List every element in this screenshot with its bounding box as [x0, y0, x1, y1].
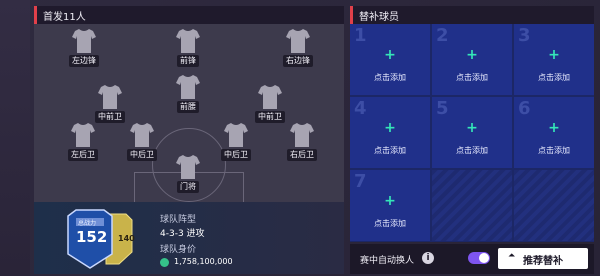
auto-sub-toggle[interactable]: [468, 252, 490, 264]
player-position-label: 前锋: [177, 55, 199, 67]
player-position-label: 中后卫: [221, 149, 251, 161]
add-icon: +: [466, 47, 478, 63]
jersey-icon: [290, 123, 314, 147]
jersey-icon: [71, 123, 95, 147]
player-position-label: 左后卫: [68, 149, 98, 161]
player-position-label: 右后卫: [287, 149, 317, 161]
jersey-icon: [130, 123, 154, 147]
slot-add-label: 点击添加: [374, 219, 406, 228]
substitutes-panel: 替补球员 1 + 点击添加 2 + 点击添加 3 + 点击添加 4 + 点击添加: [350, 6, 594, 274]
slot-add-label: 点击添加: [374, 146, 406, 155]
jersey-icon: [258, 85, 282, 109]
sub-slot-1[interactable]: 1 + 点击添加: [350, 24, 430, 95]
recommend-subs-button[interactable]: ⏶ 推荐替补: [498, 248, 588, 269]
player-slot-lcm[interactable]: 中前卫: [80, 84, 140, 126]
jersey-icon: [98, 85, 122, 109]
player-position-label: 左边锋: [69, 55, 99, 67]
auto-sub-label: 赛中自动换人: [360, 256, 415, 266]
slot-add-label: 点击添加: [374, 73, 406, 82]
slot-number: 7: [354, 171, 367, 192]
starting-lineup-panel: 首发11人 左边锋 前锋 右边锋 中前卫 前腰 中前卫 左后卫 中后卫 中后卫 …: [34, 6, 344, 274]
info-icon[interactable]: i: [422, 252, 434, 264]
slot-number: 2: [436, 25, 449, 46]
jersey-icon: [72, 29, 96, 53]
slot-add-label: 点击添加: [456, 73, 488, 82]
player-slot-lw[interactable]: 左边锋: [54, 28, 114, 70]
player-position-label: 右边锋: [283, 55, 313, 67]
coin-icon: [160, 258, 169, 267]
sub-slot-7[interactable]: 7 + 点击添加: [350, 170, 430, 241]
background-decoration: [0, 0, 30, 276]
jersey-icon: [286, 29, 310, 53]
add-icon: +: [384, 120, 396, 136]
lineup-header: 首发11人: [34, 6, 344, 24]
team-ovr-label: 总战力: [78, 220, 97, 227]
formation-label: 球队阵型: [160, 215, 197, 225]
slot-add-label: 点击添加: [456, 146, 488, 155]
player-slot-rb[interactable]: 右后卫: [272, 122, 332, 164]
subs-header: 替补球员: [350, 6, 594, 24]
add-icon: +: [548, 47, 560, 63]
sub-slot-4[interactable]: 4 + 点击添加: [350, 97, 430, 168]
slot-number: 5: [436, 98, 449, 119]
double-chevron-up-icon: ⏶: [508, 251, 516, 261]
recommend-subs-label: 推荐替补: [523, 256, 563, 267]
formation-value: 4-3-3 进攻: [160, 229, 205, 239]
add-icon: +: [466, 120, 478, 136]
team-value-amount: 1,758,100,000: [174, 257, 233, 266]
subs-title: 替补球员: [359, 12, 399, 23]
team-value-label: 球队身价: [160, 245, 197, 255]
player-slot-st[interactable]: 前锋: [158, 28, 218, 70]
jersey-icon: [176, 155, 200, 179]
add-icon: +: [548, 120, 560, 136]
sub-slot-locked: [432, 170, 512, 241]
jersey-icon: [176, 75, 200, 99]
player-position-label: 中后卫: [127, 149, 157, 161]
jersey-icon: [176, 29, 200, 53]
add-icon: +: [384, 47, 396, 63]
sub-slot-5[interactable]: 5 + 点击添加: [432, 97, 512, 168]
team-info-panel: 总战力 152 140 球队阵型 4-3-3 进攻 球队身价 1,758,100…: [34, 202, 344, 274]
toggle-knob: [479, 253, 489, 263]
slot-number: 1: [354, 25, 367, 46]
player-slot-gk[interactable]: 门将: [158, 154, 218, 196]
slot-number: 3: [518, 25, 531, 46]
sub-slot-3[interactable]: 3 + 点击添加: [514, 24, 594, 95]
team-sub-rating: 140: [118, 234, 135, 243]
slot-add-label: 点击添加: [538, 146, 570, 155]
lineup-title: 首发11人: [43, 12, 86, 23]
lineup-screen: 首发11人 左边锋 前锋 右边锋 中前卫 前腰 中前卫 左后卫 中后卫 中后卫 …: [0, 0, 600, 276]
slot-number: 4: [354, 98, 367, 119]
player-position-label: 门将: [177, 181, 199, 193]
subs-grid: 1 + 点击添加 2 + 点击添加 3 + 点击添加 4 + 点击添加 5 +: [350, 24, 594, 242]
player-slot-rw[interactable]: 右边锋: [268, 28, 328, 70]
team-ovr-value: 152: [76, 228, 108, 246]
pitch: 左边锋 前锋 右边锋 中前卫 前腰 中前卫 左后卫 中后卫 中后卫 右后卫 门将: [34, 24, 344, 202]
slot-number: 6: [518, 98, 531, 119]
sub-slot-6[interactable]: 6 + 点击添加: [514, 97, 594, 168]
subs-footer: 赛中自动换人 i ⏶ 推荐替补: [350, 244, 594, 274]
sub-slot-locked: [514, 170, 594, 241]
player-slot-lb[interactable]: 左后卫: [53, 122, 113, 164]
jersey-icon: [224, 123, 248, 147]
sub-slot-2[interactable]: 2 + 点击添加: [432, 24, 512, 95]
add-icon: +: [384, 193, 396, 209]
player-slot-rcm[interactable]: 中前卫: [240, 84, 300, 126]
slot-add-label: 点击添加: [538, 73, 570, 82]
player-slot-cam[interactable]: 前腰: [158, 74, 218, 116]
player-position-label: 前腰: [177, 101, 199, 113]
